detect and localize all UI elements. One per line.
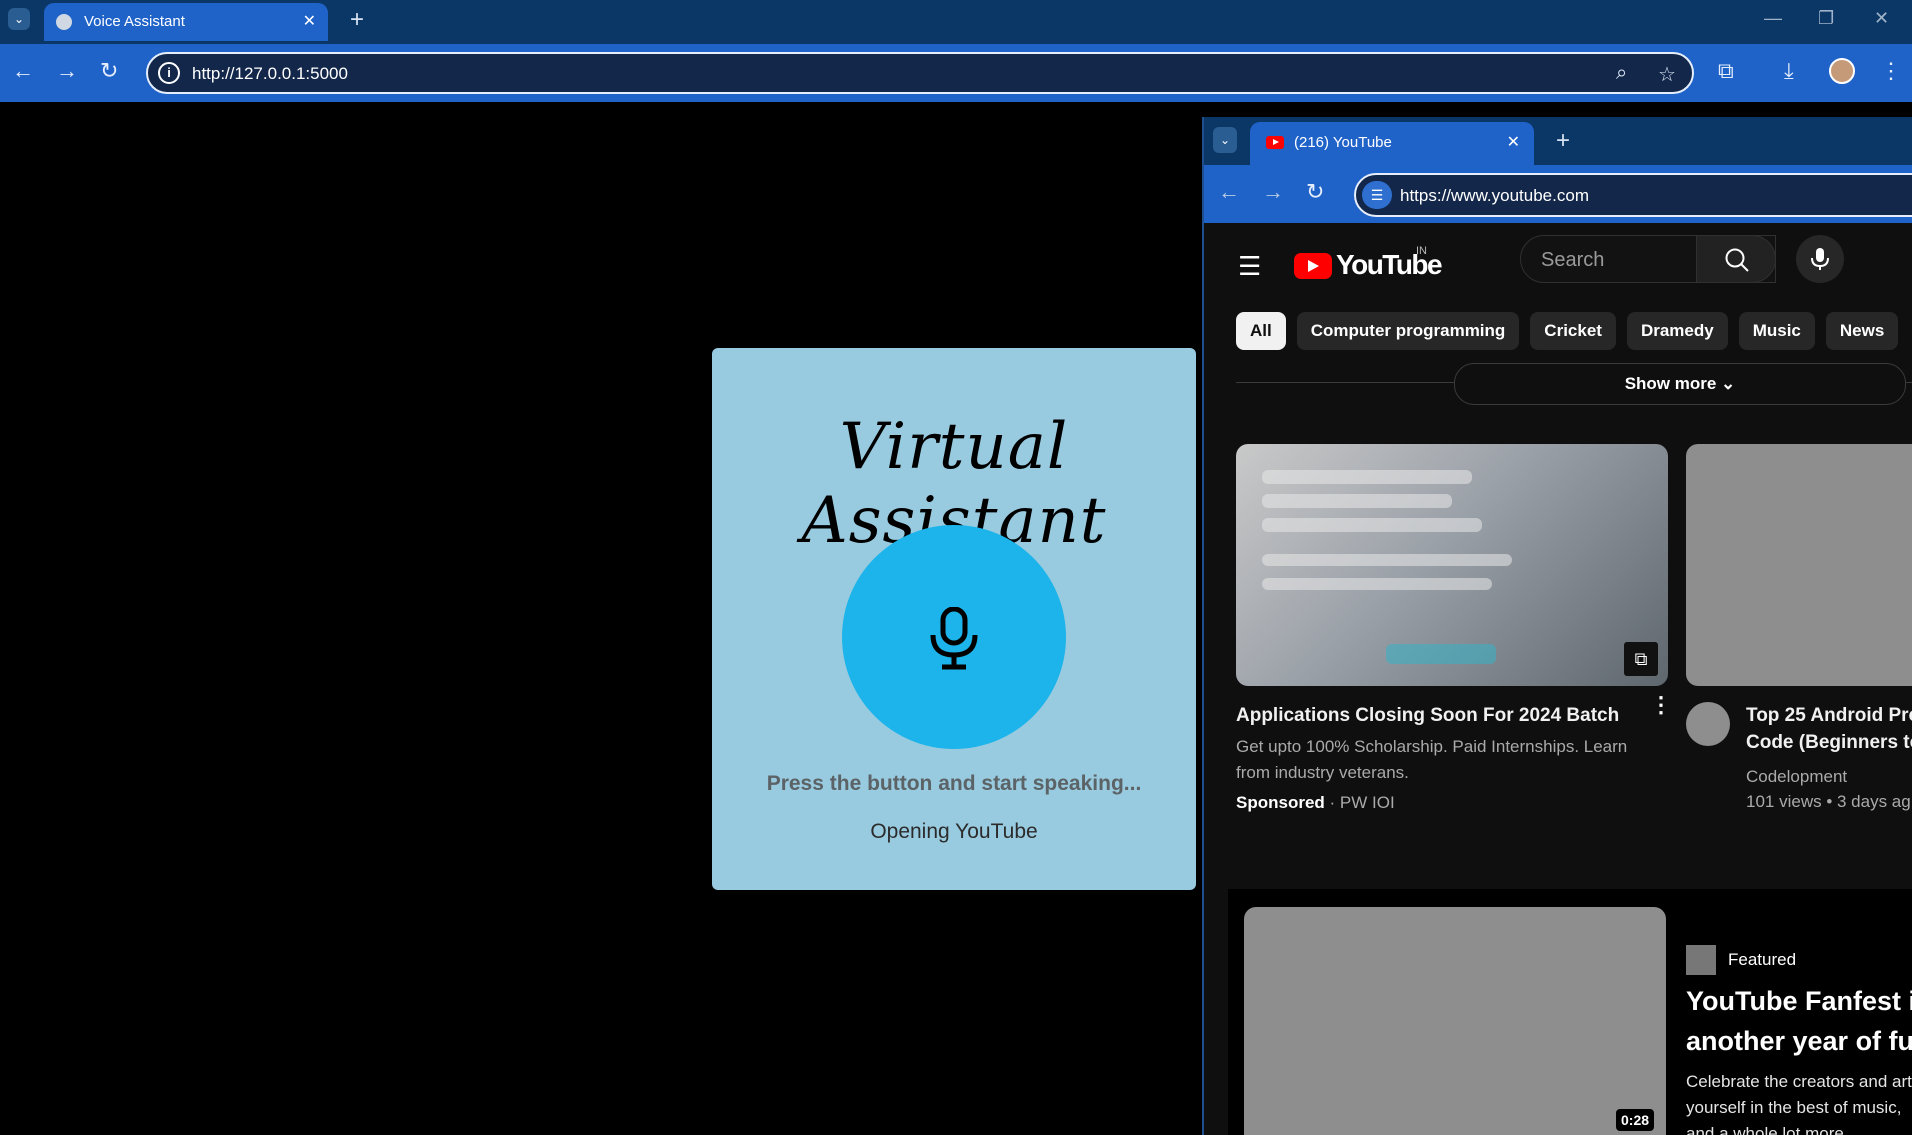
- download-icon[interactable]: ⤓: [1784, 58, 1794, 84]
- close-icon[interactable]: ✕: [303, 11, 316, 31]
- chevron-down-icon: ⌄: [1721, 374, 1736, 393]
- new-tab-button[interactable]: +: [350, 6, 364, 34]
- window-close-icon[interactable]: ✕: [1874, 8, 1889, 29]
- more-options-icon[interactable]: ⋮: [1650, 694, 1672, 716]
- site-settings-icon[interactable]: ☰: [1362, 181, 1392, 209]
- menu-dots-icon[interactable]: ⋮: [1880, 58, 1902, 84]
- forward-icon[interactable]: →: [56, 58, 78, 84]
- close-icon[interactable]: ✕: [1507, 132, 1520, 152]
- featured-title-line: YouTube Fanfest i: [1686, 986, 1912, 1016]
- address-url[interactable]: http://127.0.0.1:5000: [192, 64, 348, 84]
- video-thumbnail[interactable]: [1686, 444, 1912, 686]
- avatar[interactable]: [1829, 58, 1855, 84]
- sponsor-line: Sponsored · PW IOI: [1236, 793, 1395, 813]
- show-more-button[interactable]: Show more ⌄: [1454, 363, 1906, 405]
- category-chips: All Computer programming Cricket Dramedy Mus…: [1236, 312, 1909, 350]
- external-link-icon[interactable]: ⧉: [1624, 642, 1658, 676]
- featured-title-line: another year of fu: [1686, 1026, 1912, 1056]
- info-icon[interactable]: i: [158, 62, 180, 84]
- reload-icon[interactable]: ↻: [100, 58, 118, 84]
- voice-search-button[interactable]: [1796, 235, 1844, 283]
- star-icon[interactable]: ☆: [1658, 62, 1676, 87]
- tab-title: Voice Assistant: [84, 13, 185, 30]
- chip-cricket[interactable]: Cricket: [1530, 312, 1616, 350]
- video-title[interactable]: Applications Closing Soon For 2024 Batch: [1236, 702, 1619, 729]
- chip-computer-programming[interactable]: Computer programming: [1296, 312, 1520, 350]
- featured-label: Featured: [1728, 950, 1797, 969]
- reload-icon[interactable]: ↻: [1306, 179, 1324, 205]
- country-code: IN: [1416, 245, 1427, 257]
- video-title[interactable]: Code (Beginners to: [1746, 729, 1912, 756]
- featured-channel-icon: [1686, 945, 1716, 975]
- blurred-cta: [1386, 644, 1496, 664]
- featured-desc-line: yourself in the best of music,: [1686, 1098, 1902, 1117]
- blurred-text: [1262, 494, 1452, 508]
- minimize-icon[interactable]: —: [1764, 8, 1782, 29]
- youtube-browser-window: ⌄ (216) YouTube ✕ + ← → ↻ ☰ https://www.…: [1202, 117, 1912, 1135]
- toolbar: ← → ↻ ☰ https://www.youtube.com: [1204, 165, 1912, 223]
- address-bar[interactable]: i http://127.0.0.1:5000 ⌕ ☆: [146, 52, 1694, 94]
- featured-description: Celebrate the creators and art yourself …: [1686, 1069, 1912, 1135]
- youtube-favicon-icon: [1266, 136, 1284, 149]
- search-button[interactable]: [1696, 235, 1776, 283]
- new-tab-button[interactable]: +: [1556, 127, 1570, 155]
- chip-music[interactable]: Music: [1738, 312, 1815, 350]
- status-text: Opening YouTube: [870, 820, 1038, 843]
- show-more-label: Show more: [1624, 374, 1717, 393]
- chip-dramedy[interactable]: Dramedy: [1626, 312, 1728, 350]
- microphone-icon: [930, 607, 978, 670]
- toolbar: ← → ↻ i http://127.0.0.1:5000 ⌕ ☆ ⧉ ⤓ ⋮: [0, 44, 1912, 102]
- video-thumbnail[interactable]: ⧉: [1236, 444, 1668, 686]
- advertiser-name[interactable]: · PW IOI: [1330, 793, 1395, 812]
- tab-bar: ⌄ (216) YouTube ✕ +: [1204, 117, 1912, 165]
- instruction-text: Press the button and start speaking...: [766, 772, 1142, 795]
- extensions-icon[interactable]: ⧉: [1718, 58, 1734, 84]
- blurred-text: [1262, 578, 1492, 590]
- featured-desc-line: Celebrate the creators and art: [1686, 1072, 1912, 1091]
- blurred-text: [1262, 518, 1482, 532]
- chip-all[interactable]: All: [1236, 312, 1286, 350]
- tab-youtube[interactable]: (216) YouTube ✕: [1250, 122, 1534, 165]
- address-bar[interactable]: ☰ https://www.youtube.com: [1354, 173, 1912, 217]
- back-icon[interactable]: ←: [1218, 179, 1240, 205]
- start-speaking-button[interactable]: [842, 525, 1066, 749]
- address-url[interactable]: https://www.youtube.com: [1400, 186, 1589, 206]
- zoom-icon[interactable]: ⌕: [1616, 62, 1627, 85]
- sponsored-badge: Sponsored: [1236, 793, 1325, 812]
- video-description: from industry veterans.: [1236, 763, 1409, 782]
- hamburger-icon[interactable]: ☰: [1238, 251, 1261, 282]
- search-icon: [1725, 248, 1749, 272]
- channel-avatar[interactable]: [1686, 702, 1730, 746]
- video-description: Get upto 100% Scholarship. Paid Internsh…: [1236, 737, 1628, 756]
- chip-news[interactable]: News: [1825, 312, 1899, 350]
- featured-title[interactable]: YouTube Fanfest i another year of fu: [1686, 981, 1912, 1061]
- duration-badge: 0:28: [1616, 1109, 1655, 1131]
- featured-desc-line: and a whole lot more.: [1686, 1124, 1849, 1135]
- tab-title: (216) YouTube: [1294, 134, 1392, 151]
- tab-dropdown-icon[interactable]: ⌄: [8, 8, 30, 30]
- tab-bar: ⌄ Voice Assistant ✕ + — ❐ ✕: [0, 0, 1912, 44]
- globe-icon: [56, 14, 72, 30]
- tab-voice-assistant[interactable]: Voice Assistant ✕: [44, 3, 328, 41]
- assistant-card: Virtual Assistant Press the button and s…: [712, 348, 1196, 890]
- tab-dropdown-icon[interactable]: ⌄: [1213, 127, 1237, 153]
- blurred-text: [1262, 470, 1472, 484]
- back-icon[interactable]: ←: [12, 58, 34, 84]
- youtube-play-icon: [1294, 253, 1332, 279]
- video-meta: 101 views • 3 days ag: [1746, 792, 1911, 811]
- restore-icon[interactable]: ❐: [1818, 8, 1834, 29]
- microphone-icon: [1811, 248, 1829, 270]
- blurred-text: [1262, 554, 1512, 566]
- channel-name[interactable]: Codelopment: [1746, 764, 1847, 790]
- featured-video-thumbnail[interactable]: [1244, 907, 1666, 1135]
- video-title[interactable]: Top 25 Android Pro: [1746, 702, 1912, 729]
- forward-icon[interactable]: →: [1262, 179, 1284, 205]
